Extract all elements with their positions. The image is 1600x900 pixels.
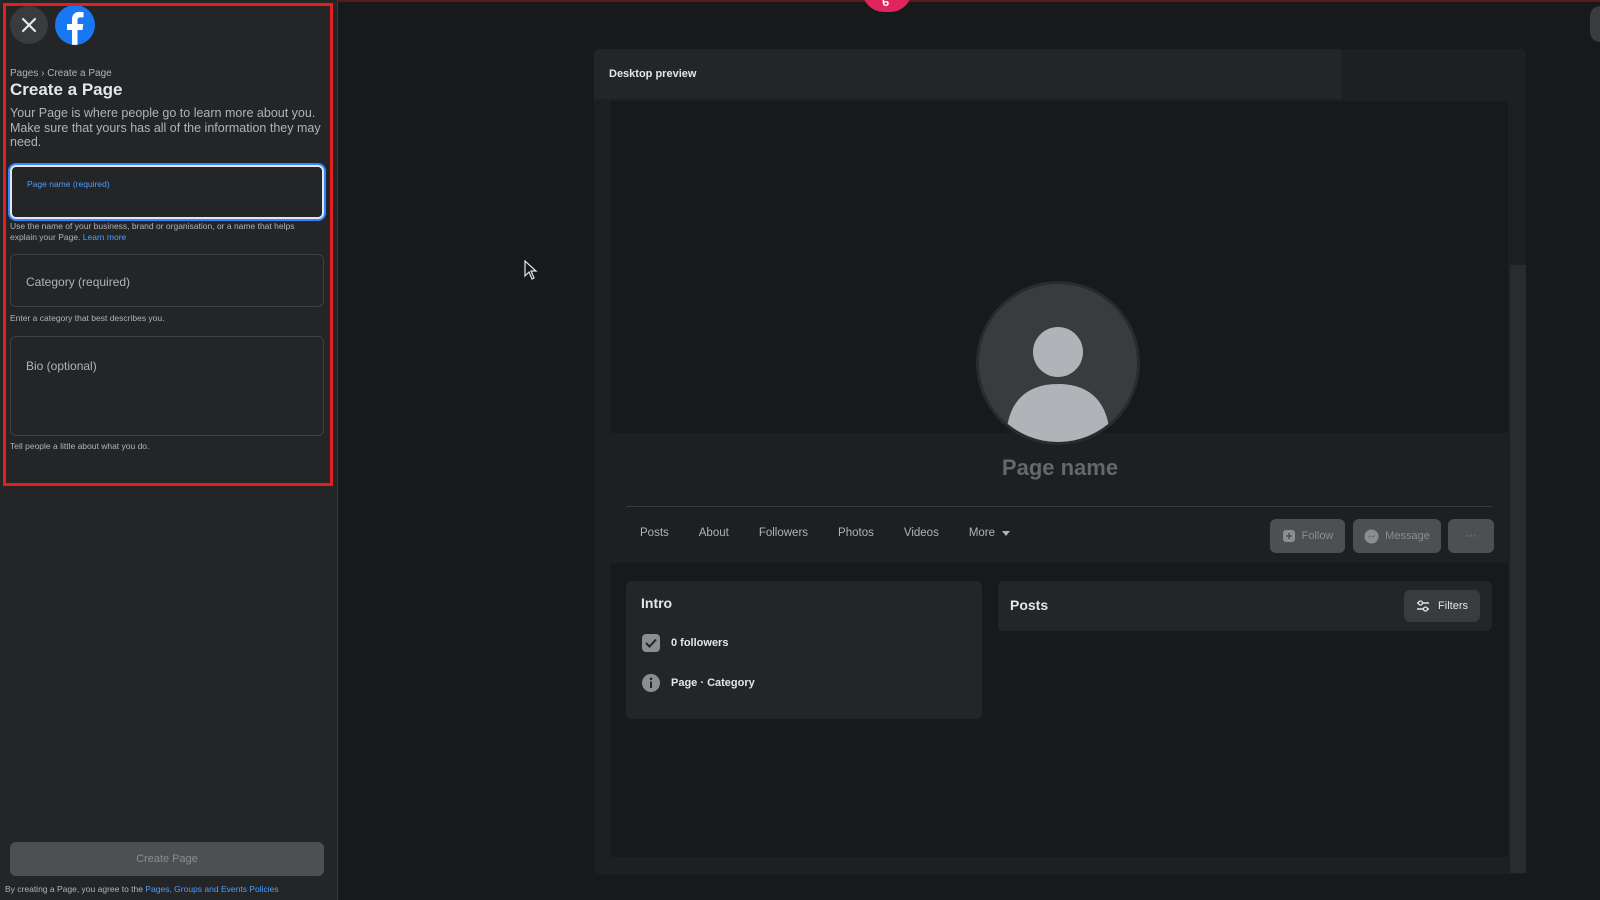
followers-count: 0 followers [671, 637, 729, 649]
tab-more[interactable]: More [968, 527, 1011, 539]
preview-header: Desktop preview [594, 49, 1342, 99]
category-help: Enter a category that best describes you… [10, 313, 165, 323]
messenger-icon [1364, 529, 1379, 543]
close-button[interactable] [10, 6, 48, 44]
category-label: Category (required) [26, 275, 131, 289]
checkbox-icon [642, 634, 660, 652]
tab-followers[interactable]: Followers [759, 527, 808, 539]
page-name-label: Page name (required) [27, 179, 110, 189]
follow-label: Follow [1301, 530, 1334, 542]
profile-divider [626, 506, 1492, 507]
preview-scrollbar[interactable] [1510, 265, 1526, 873]
page-category-text: Page · Category [671, 677, 755, 689]
intro-title: Intro [641, 595, 673, 611]
category-row: Page · Category [641, 673, 755, 693]
page-description: Your Page is where people go to learn mo… [10, 106, 321, 149]
filters-button[interactable]: Filters [1404, 590, 1480, 622]
info-icon [642, 674, 660, 692]
category-input[interactable]: Category (required) [10, 254, 324, 307]
bio-help: Tell people a little about what you do. [10, 441, 150, 451]
followers-row: 0 followers [641, 633, 728, 653]
page-name-input[interactable]: Page name (required) [10, 165, 324, 219]
filters-label: Filters [1438, 600, 1468, 612]
facebook-logo-icon[interactable] [55, 5, 95, 45]
posts-title: Posts [1010, 597, 1049, 613]
tab-posts[interactable]: Posts [640, 527, 669, 539]
learn-more-link[interactable]: Learn more [83, 232, 126, 242]
profile-tabs: Posts About Followers Photos Videos More [640, 527, 1040, 539]
terms-text: By creating a Page, you agree to the Pag… [5, 884, 279, 894]
bio-input[interactable]: Bio (optional) [10, 336, 324, 436]
intro-card: Intro 0 followers Page · Category [626, 581, 982, 719]
top-border [338, 0, 1600, 2]
page-title: Create a Page [10, 80, 123, 99]
tab-more-label: More [968, 527, 996, 539]
tab-photos[interactable]: Photos [838, 527, 874, 539]
filters-icon [1417, 600, 1430, 612]
follow-icon [1282, 530, 1295, 542]
message-label: Message [1385, 530, 1430, 542]
caret-down-icon [1002, 530, 1011, 536]
close-icon [21, 17, 37, 33]
page-name-help: Use the name of your business, brand or … [10, 221, 295, 242]
tab-videos[interactable]: Videos [904, 527, 939, 539]
scroll-edge-handle[interactable] [1590, 6, 1600, 42]
posts-card: Posts Filters [998, 581, 1492, 631]
preview-page-name: Page name [1001, 455, 1119, 480]
follow-button[interactable]: Follow [1270, 519, 1345, 553]
create-page-button[interactable]: Create Page [10, 842, 324, 876]
mouse-cursor-icon [524, 260, 538, 280]
recording-badge: ϐ [862, 0, 912, 12]
more-options-button[interactable]: ··· [1448, 519, 1494, 553]
bio-label: Bio (optional) [26, 359, 97, 373]
profile-avatar [976, 281, 1140, 445]
message-button[interactable]: Message [1353, 519, 1441, 553]
breadcrumb[interactable]: Pages › Create a Page [10, 68, 112, 79]
create-page-sidebar: Pages › Create a Page Create a Page Your… [0, 0, 338, 900]
preview-title: Desktop preview [609, 68, 697, 80]
policies-link[interactable]: Pages, Groups and Events Policies [145, 884, 278, 894]
ellipsis-icon: ··· [1465, 530, 1477, 542]
tab-about[interactable]: About [699, 527, 729, 539]
person-icon [1006, 327, 1110, 442]
